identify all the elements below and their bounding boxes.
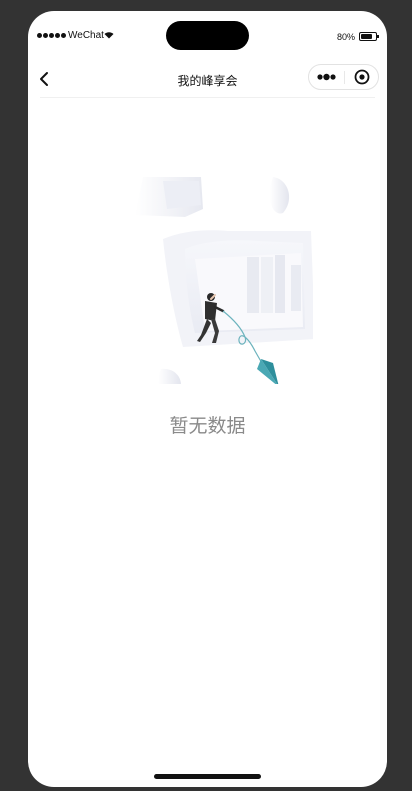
phone-screen: WeChat 80% 我的峰享会 暂无数据 — [28, 11, 387, 787]
empty-state-message: 暂无数据 — [169, 416, 246, 437]
top-block-shape — [135, 177, 203, 217]
more-dots-icon — [317, 73, 336, 81]
status-bar: WeChat 80% — [28, 11, 387, 57]
document-panel — [163, 230, 313, 347]
battery-percent: 80% — [337, 32, 356, 42]
dynamic-island — [166, 21, 249, 50]
more-button[interactable] — [309, 65, 344, 89]
carrier-label: WeChat — [68, 30, 104, 41]
bottom-left-blob — [158, 368, 181, 384]
battery-fill — [361, 34, 372, 39]
empty-data-illustration — [135, 177, 313, 384]
target-circle-icon — [354, 69, 370, 85]
top-right-blob — [269, 177, 290, 214]
battery-tip — [377, 35, 379, 38]
nav-divider — [40, 97, 375, 98]
paper-plane-shape — [257, 359, 279, 384]
mini-program-capsule — [308, 64, 379, 90]
signal-dots-icon — [37, 33, 66, 38]
close-button[interactable] — [345, 65, 379, 89]
nav-bar: 我的峰享会 — [28, 59, 387, 99]
home-indicator — [154, 774, 261, 779]
wifi-icon — [104, 32, 114, 39]
battery-icon — [359, 32, 377, 41]
